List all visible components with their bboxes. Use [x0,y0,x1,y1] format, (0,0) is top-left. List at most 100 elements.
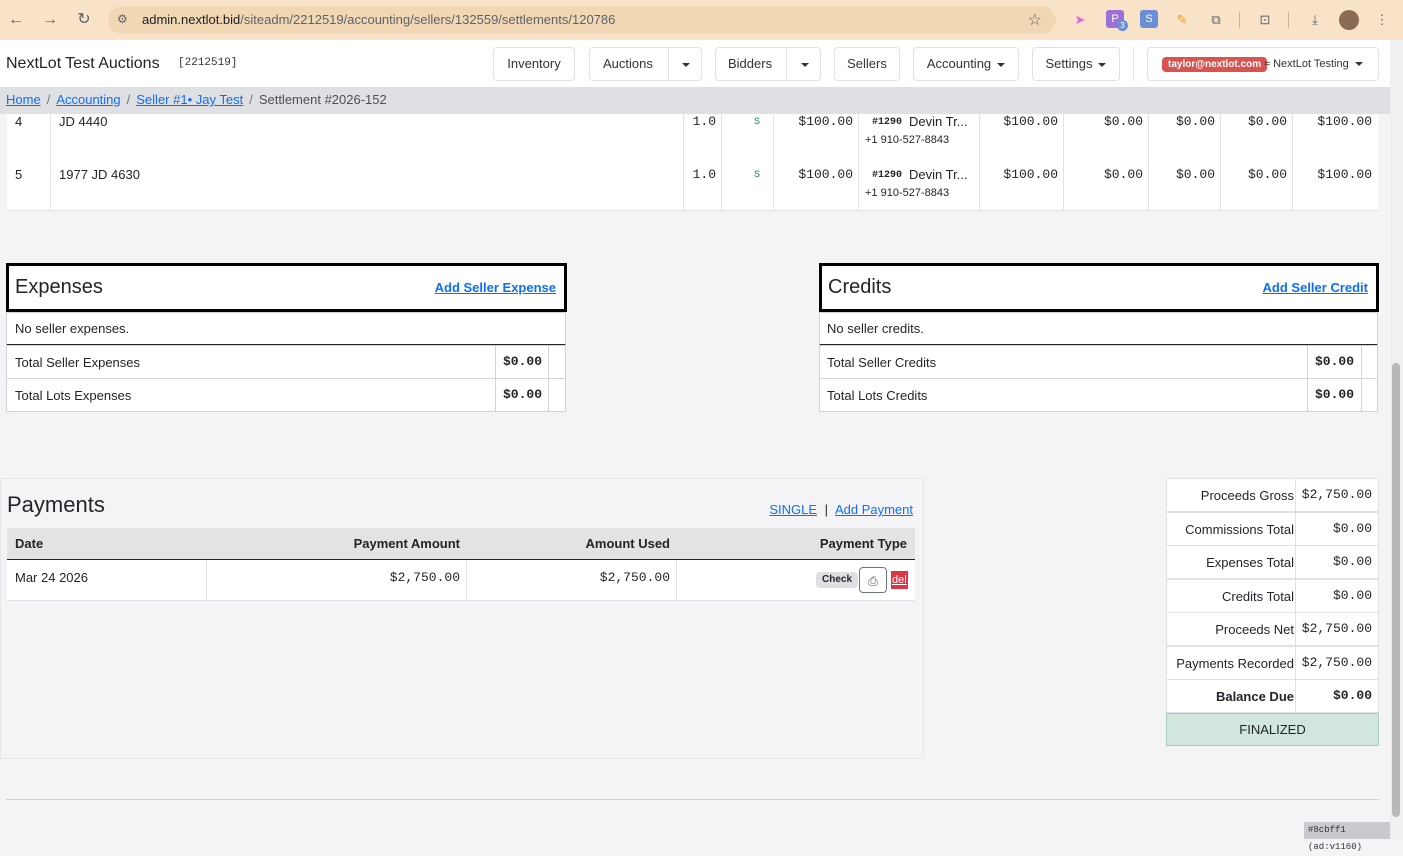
credits-empty-text: No seller credits. [827,321,924,336]
summary-value: $0.00 [1332,587,1372,603]
url-path: /siteadm/2212519/accounting/sellers/1325… [240,12,616,27]
single-payment-link[interactable]: SINGLE [769,502,817,517]
extension-badge: 3 [1117,20,1128,31]
site-settings-icon[interactable]: ⚙ [117,12,128,26]
summary-row: Commissions Total $0.00 [1166,511,1379,546]
lot-number: 4 [15,114,23,129]
col-date: Date [15,536,44,551]
payments-panel: Payments SINGLE | Add Payment Date Payme… [0,478,924,759]
summary-value: $2,750.00 [1301,621,1372,636]
payment-amount: $2,750.00 [389,570,460,585]
bidder-number[interactable]: #1290 [872,170,902,181]
summary-row: Payments Recorded $2,750.00 [1166,645,1379,680]
reload-icon[interactable]: ↻ [74,10,94,30]
summary-value: $0.00 [1332,688,1372,703]
lot-credit: $0.00 [1247,167,1287,182]
bookmark-star-icon[interactable]: ☆ [1028,10,1042,30]
build-tag: #8cbff1 (ad:v1160) [1304,822,1403,852]
add-seller-credit-link[interactable]: Add Seller Credit [1263,280,1368,295]
accounting-dropdown[interactable]: Accounting [913,47,1019,81]
auctions-dropdown-toggle[interactable] [668,48,703,80]
lot-commission: $0.00 [1103,167,1143,182]
total-lots-credits-label: Total Lots Credits [827,388,928,403]
payments-title: Payments [7,492,105,517]
summary-row: Expenses Total $0.00 [1166,545,1379,579]
scrollbar-track[interactable] [1390,40,1403,839]
sold-flag: S [754,170,761,181]
col-payment-amount: Payment Amount [353,536,460,551]
expenses-empty-row: No seller expenses. [6,312,566,346]
summary-label: Credits Total [1221,588,1294,604]
total-lots-expenses-value: $0.00 [503,387,543,402]
delete-payment-link[interactable]: del [891,571,908,589]
total-seller-expenses-value: $0.00 [503,354,543,369]
summary-value: $0.00 [1332,554,1372,569]
accounting-label: Accounting [926,56,992,71]
summary-label: Commissions Total [1185,521,1294,537]
summary-value: $2,750.00 [1301,487,1372,502]
auctions-button-group: Auctions [589,47,702,81]
tab-search-icon[interactable]: ⊡ [1255,10,1275,30]
credits-empty-row: No seller credits. [819,312,1378,346]
profile-avatar[interactable] [1339,10,1359,30]
inventory-button[interactable]: Inventory [493,47,575,81]
app-header: NextLot Test Auctions [2212519] Inventor… [0,40,1390,87]
browser-menu-icon[interactable]: ⋮ [1372,10,1392,30]
puzzle-extensions-icon[interactable]: ⧉ [1206,10,1226,30]
bidders-button[interactable]: Bidders [728,48,772,80]
summary-row: Balance Due $0.00 [1166,679,1379,713]
add-payment-link[interactable]: Add Payment [835,502,913,517]
caret-down-icon [997,62,1006,67]
user-email-badge: taylor@nextlot.com [1162,57,1268,72]
settings-dropdown[interactable]: Settings [1032,47,1120,81]
payment-row[interactable]: Mar 24 2026 $2,750.00 $2,750.00 Check ⎙ … [7,560,915,601]
bidder-name[interactable]: Devin Tr... [909,114,968,129]
summary-label: Proceeds Net [1215,622,1294,637]
bidder-phone: +1 910-527-8843 [865,187,950,199]
scrollbar-thumb[interactable] [1392,363,1400,817]
download-icon[interactable]: ⤓ [1305,10,1325,30]
breadcrumb-accounting[interactable]: Accounting [56,92,120,107]
expenses-header: Expenses Add Seller Expense [6,263,567,312]
col-amount-used: Amount Used [585,536,671,551]
lot-number: 5 [15,167,23,182]
bidder-name[interactable]: Devin Tr... [909,167,968,182]
bidder-number[interactable]: #1290 [872,117,902,128]
lot-quantity: 1.0 [692,114,716,129]
status-finalized-badge: FINALIZED [1166,712,1379,746]
total-seller-credits-row: Total Seller Credits $0.00 [819,345,1378,379]
breadcrumb-seller[interactable]: Seller #1• Jay Test [136,92,243,107]
bidders-button-group: Bidders [715,47,821,81]
sellers-button[interactable]: Sellers [834,47,900,81]
lot-gross: $100.00 [1003,114,1058,129]
bidders-dropdown-toggle[interactable] [786,48,822,80]
lot-row[interactable]: 4 JD 4440 1.0 S $100.00 #1290 Devin Tr..… [7,114,1378,158]
extension-arrow-icon[interactable]: ➤ [1070,10,1090,30]
summary-row: Proceeds Gross $2,750.00 [1166,478,1379,512]
toolbar-divider [1239,12,1240,28]
extension-pen-icon[interactable]: ✎ [1172,10,1192,30]
lot-title[interactable]: 1977 JD 4630 [59,167,140,182]
header-divider [1133,47,1134,81]
footer-divider [6,799,1379,800]
payment-type-badge: Check [816,572,859,588]
summary-label: Expenses Total [1206,555,1294,570]
account-dropdown[interactable]: taylor@nextlot.com ≈ NextLot Testing [1147,47,1379,81]
site-title[interactable]: NextLot Test Auctions [6,55,160,73]
summary-label: Proceeds Gross [1200,488,1294,503]
browser-toolbar: ← → ↻ ⚙ admin.nextlot.bid/siteadm/221251… [0,0,1403,40]
site-code: [2212519] [178,57,238,69]
summary-cell-divider [1295,680,1296,712]
print-icon[interactable]: ⎙ [859,567,887,593]
lot-row[interactable]: 5 1977 JD 4630 1.0 S $100.00 #1290 Devin… [7,157,1378,211]
lot-title[interactable]: JD 4440 [59,114,107,129]
forward-arrow-icon[interactable]: → [40,10,60,30]
breadcrumb-home[interactable]: Home [6,92,41,107]
summary-cell-divider [1295,646,1296,679]
back-arrow-icon[interactable]: ← [6,10,26,30]
add-seller-expense-link[interactable]: Add Seller Expense [435,280,556,295]
auctions-button[interactable]: Auctions [603,48,653,80]
extension-s-icon[interactable]: S [1140,10,1158,28]
expenses-title: Expenses [15,276,103,298]
address-bar[interactable]: ⚙ admin.nextlot.bid/siteadm/2212519/acco… [108,6,1056,34]
